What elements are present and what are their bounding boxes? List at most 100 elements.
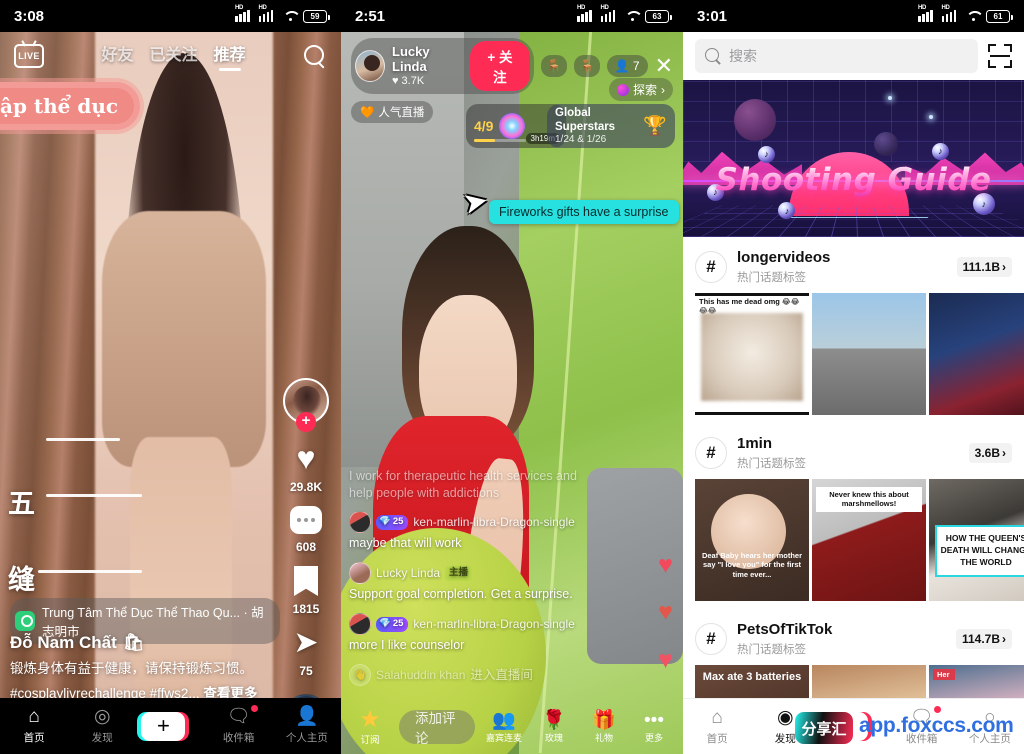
thumbnail-caption: Never knew this about marshmellows!: [816, 487, 922, 512]
guest-link-button[interactable]: 👥 嘉宾连麦: [483, 710, 525, 744]
host-chip[interactable]: Lucky Linda ♥ 3.7K + 关注: [351, 38, 534, 94]
gift-icon: 🎁: [592, 710, 616, 731]
inbox-badge-dot: [250, 705, 258, 712]
like-button[interactable]: ♥: [277, 442, 335, 474]
status-time: 3:01: [697, 7, 728, 25]
video-thumbnail[interactable]: Never knew this about marshmellows!: [812, 479, 926, 601]
author-avatar-button[interactable]: +: [283, 378, 329, 432]
home-icon: ⌂: [711, 706, 723, 728]
tab-home[interactable]: ⌂ 首页: [688, 706, 746, 746]
hashtag-thumbnails[interactable]: This has me dead omg 😂😂😂😂 Practicando po…: [683, 293, 1024, 423]
video-thumbnail[interactable]: [812, 293, 926, 415]
tab-friends[interactable]: 好友: [101, 41, 133, 71]
tab-following[interactable]: 已关注: [149, 41, 197, 71]
promo-banner[interactable]: ♪ ♪ ♪ ♪ ♪ Shooting Guide: [683, 80, 1024, 237]
comment-icon: [290, 506, 322, 534]
tab-create[interactable]: +: [137, 711, 199, 741]
event-card[interactable]: Global Superstars 1/24 & 1/26 🏆: [547, 104, 675, 148]
gift-button[interactable]: 🎁 礼物: [583, 710, 625, 744]
signal-icon-2: HD: [600, 5, 620, 22]
comment-count: 608: [295, 540, 317, 554]
hashtag-row[interactable]: # PetsOfTikTok 热门话题标签 114.7B ›: [683, 609, 1024, 665]
heart-icon: ♥: [392, 74, 399, 87]
hashtag-name: 1min: [737, 435, 773, 452]
scan-icon[interactable]: [988, 44, 1012, 68]
signal-icon-1: HD: [577, 5, 596, 22]
tiktok-ball-icon: ♪: [758, 145, 776, 163]
create-icon[interactable]: +: [820, 712, 873, 741]
tab-discover[interactable]: ◉ 发现: [756, 707, 814, 746]
search-input[interactable]: 搜索: [695, 39, 978, 73]
hot-live-badge[interactable]: 🧡 人气直播: [351, 101, 434, 123]
hash-icon: #: [695, 251, 727, 283]
video-thumbnail[interactable]: This has me dead omg 😂😂😂😂: [695, 293, 809, 415]
tab-discover[interactable]: ◎ 发现: [73, 707, 131, 745]
video-thumbnail[interactable]: HOW THE QUEEN'S DEATH WILL CHANGE THE WO…: [929, 479, 1024, 601]
more-button[interactable]: ••• 更多: [633, 710, 675, 744]
chat-message: 💎 25 ken-marlin-libra-Dragon-single maybe…: [349, 511, 599, 552]
battery-icon: 61: [986, 9, 1013, 23]
gift-goal-bar: [474, 139, 526, 142]
tab-profile[interactable]: ○ 个人主页: [961, 707, 1019, 746]
inbox-badge-dot: [933, 705, 941, 713]
favorite-button[interactable]: [277, 566, 335, 596]
video-thumbnail[interactable]: Deaf Baby hears her mother say "I love y…: [695, 479, 809, 601]
signal-icon-1: HD: [235, 5, 254, 22]
star-icon: [887, 95, 892, 100]
hashtag-row[interactable]: # 1min 热门话题标签 3.6B ›: [683, 423, 1024, 479]
hashtag-subtitle: 热门话题标签: [737, 644, 806, 656]
comment-input[interactable]: 添加评论: [399, 710, 475, 746]
explore-dot-icon: [616, 83, 629, 96]
video-sticker-text: ập thể dục: [0, 88, 135, 124]
hashtag-row[interactable]: # longervideos 热门话题标签 111.1B ›: [683, 237, 1024, 293]
tab-inbox[interactable]: 🗨 收件箱: [210, 705, 268, 745]
share-button[interactable]: ➤: [277, 628, 335, 658]
chat-text: I work for therapeutic health services a…: [349, 468, 577, 500]
thumbnail-caption: Deaf Baby hears her mother say "I love y…: [701, 550, 803, 579]
live-chat-list[interactable]: I work for therapeutic health services a…: [349, 468, 599, 696]
live-entry-button[interactable]: LIVE: [14, 44, 44, 68]
chat-username: Salahuddin khan: [376, 667, 466, 682]
host-hearts: ♥ 3.7K: [392, 74, 425, 87]
tab-home[interactable]: ⌂ 首页: [5, 707, 63, 745]
compass-icon: ◎: [93, 706, 111, 727]
follow-button[interactable]: + 关注: [469, 41, 530, 91]
hashtag-thumbnails[interactable]: Deaf Baby hears her mother say "I love y…: [683, 479, 1024, 609]
explore-button[interactable]: 探索 ›: [608, 78, 673, 101]
like-count: 29.8K: [289, 480, 323, 494]
search-icon[interactable]: [303, 44, 327, 68]
search-icon: [705, 48, 721, 64]
tab-create[interactable]: +: [820, 712, 882, 741]
chat-text: Support goal completion. Get a surprise.: [349, 587, 573, 602]
star-icon: [928, 114, 933, 119]
create-icon[interactable]: +: [137, 711, 190, 741]
seat-icon-2[interactable]: 🪑: [573, 55, 600, 77]
seat-icon-1[interactable]: 🪑: [540, 55, 567, 77]
tab-profile[interactable]: 👤 个人主页: [278, 707, 336, 745]
hashtag-count[interactable]: 114.7B ›: [955, 629, 1012, 649]
hashtag-count[interactable]: 111.1B ›: [956, 257, 1012, 277]
orange-heart-icon: 🧡: [360, 107, 375, 119]
author-name[interactable]: Đỗ Nam Chất 🛍: [10, 633, 278, 653]
chevron-right-icon: ›: [1002, 260, 1006, 274]
bookmark-icon: [294, 566, 318, 596]
chat-username: ken-marlin-libra-Dragon-single: [413, 617, 575, 632]
wifi-icon: [965, 10, 981, 22]
hashtag-name: PetsOfTikTok: [737, 621, 833, 638]
phone-discover: 3:01 HD HD 61 搜索 ♪ ♪ ♪ ♪ Shooting Guide …: [683, 0, 1024, 754]
viewer-count[interactable]: 👤 7: [606, 55, 648, 77]
tab-inbox[interactable]: 🗨 收件箱: [893, 705, 951, 746]
subscribe-button[interactable]: ★ 订阅: [349, 708, 391, 747]
close-icon[interactable]: ✕: [655, 55, 673, 77]
follow-plus-badge[interactable]: +: [296, 412, 316, 432]
tab-recommended[interactable]: 推荐: [214, 41, 246, 71]
video-thumbnail[interactable]: [929, 293, 1024, 415]
chat-message: I work for therapeutic health services a…: [349, 468, 599, 502]
hashtag-count[interactable]: 3.6B ›: [968, 443, 1012, 463]
thumbnail-caption: Max ate 3 batteries: [702, 671, 802, 683]
home-icon: ⌂: [28, 706, 40, 727]
comment-button[interactable]: [277, 506, 335, 534]
rose-gift-button[interactable]: 🌹 玫瑰: [533, 710, 575, 744]
host-avatar[interactable]: [355, 50, 386, 82]
phone-feed: 3:08 HD HD 59 LIVE 好友 已关注 推荐 ập thể dục …: [0, 0, 341, 754]
